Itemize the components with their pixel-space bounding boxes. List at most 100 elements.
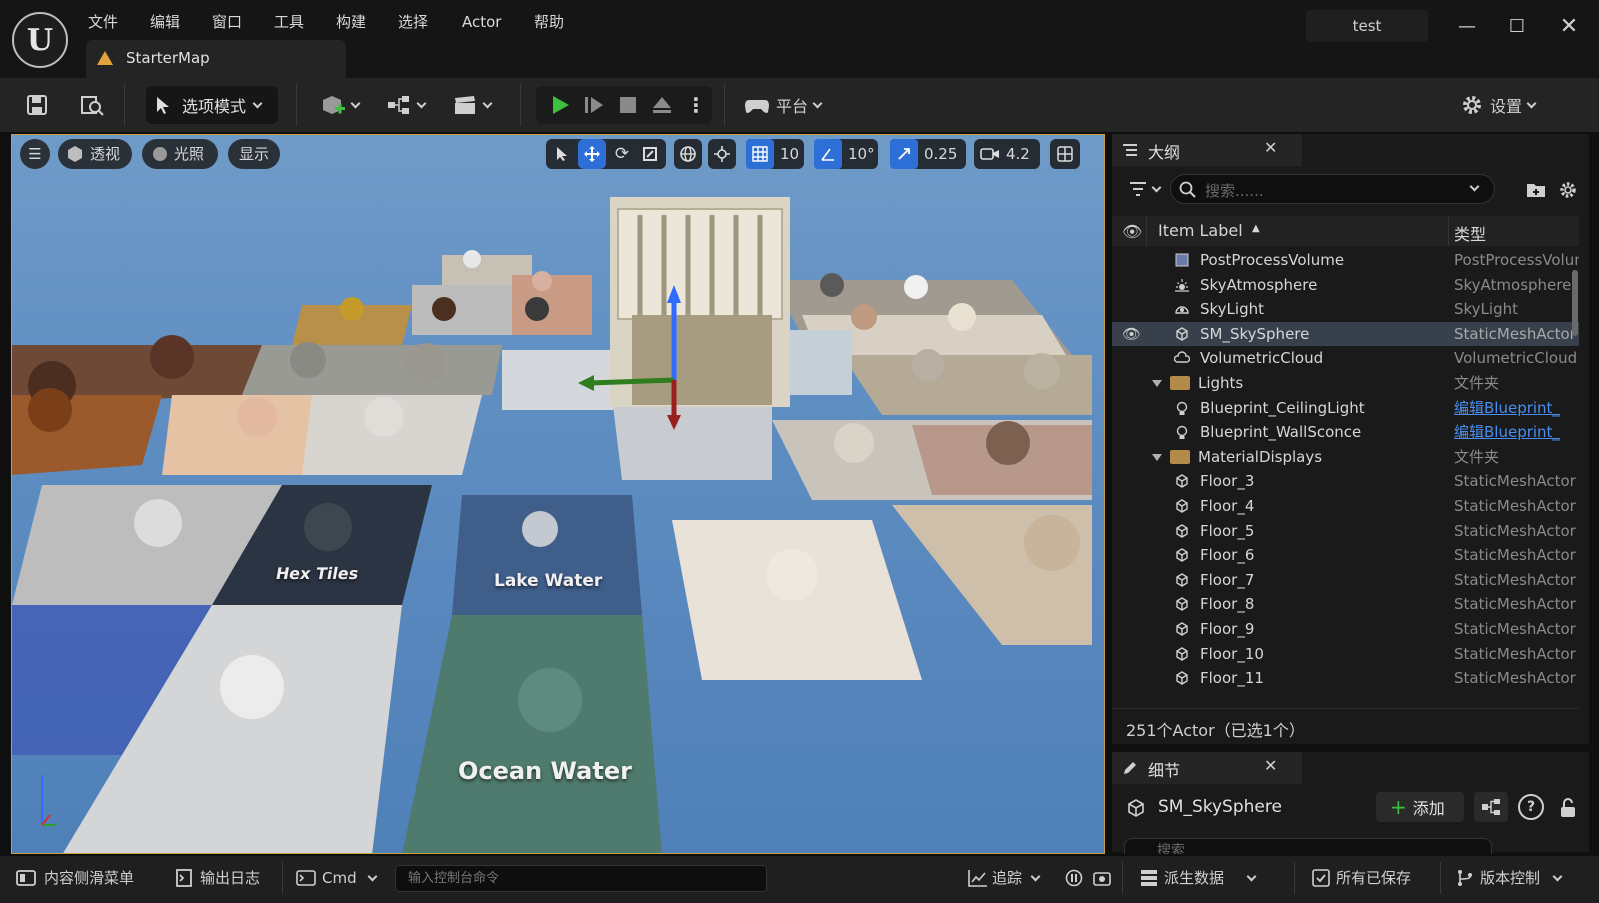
mode-select-dropdown[interactable]: 选项模式 bbox=[146, 86, 278, 124]
document-tab-startermap[interactable]: StarterMap bbox=[86, 40, 346, 78]
eject-icon[interactable] bbox=[646, 86, 678, 124]
outliner-row[interactable]: 👁 SM_SkySphere StaticMeshActor bbox=[1112, 321, 1579, 346]
play-icon[interactable] bbox=[544, 86, 576, 124]
advance-frame-icon[interactable] bbox=[578, 86, 610, 124]
show-button[interactable]: 显示 bbox=[228, 139, 280, 169]
menu-tools[interactable]: 工具 bbox=[274, 10, 304, 34]
visibility-eye-icon[interactable]: 👁 bbox=[1122, 222, 1142, 241]
column-type[interactable]: 类型 bbox=[1454, 221, 1486, 245]
outliner-row[interactable]: Floor_6 StaticMeshActor bbox=[1112, 543, 1579, 567]
details-tab[interactable]: 细节 ✕ bbox=[1112, 752, 1302, 784]
menu-select[interactable]: 选择 bbox=[398, 10, 428, 34]
lock-icon[interactable] bbox=[1556, 796, 1580, 820]
platforms-button[interactable]: 平台 bbox=[744, 86, 836, 124]
outliner-search[interactable]: 搜索...... bbox=[1170, 174, 1495, 204]
play-options-icon[interactable]: ⋮ bbox=[686, 86, 706, 124]
visibility-eye-icon[interactable]: 👁 bbox=[1122, 322, 1141, 346]
move-tool-icon[interactable] bbox=[578, 139, 606, 169]
close-details-icon[interactable]: ✕ bbox=[1264, 756, 1277, 775]
outliner-row-type[interactable]: 编辑Blueprint_ bbox=[1454, 420, 1579, 444]
perspective-button[interactable]: 透视 bbox=[58, 139, 132, 169]
rotate-tool-icon[interactable]: ⟳ bbox=[608, 139, 636, 169]
outliner-row[interactable]: Floor_11 StaticMeshActor bbox=[1112, 666, 1579, 690]
trace-label: 追踪 bbox=[992, 869, 1023, 887]
cmd-dropdown[interactable]: Cmd bbox=[296, 862, 378, 894]
outliner-scrollbar[interactable] bbox=[1572, 270, 1578, 336]
scale-snap-button[interactable]: 0.25 bbox=[890, 139, 966, 169]
camera-speed-button[interactable]: 4.2 bbox=[974, 139, 1040, 169]
derived-data-button[interactable]: 派生数据 bbox=[1140, 862, 1257, 894]
outliner-row[interactable]: Blueprint_WallSconce 编辑Blueprint_ bbox=[1112, 420, 1579, 444]
trace-button[interactable]: 追踪 bbox=[968, 862, 1041, 894]
outliner-row[interactable]: Floor_10 StaticMeshActor bbox=[1112, 642, 1579, 666]
blueprints-button[interactable] bbox=[380, 86, 430, 124]
filter-button[interactable] bbox=[1122, 176, 1166, 202]
menu-edit[interactable]: 编辑 bbox=[150, 10, 180, 34]
rotation-snap-button[interactable]: 10° bbox=[814, 139, 878, 169]
menu-build[interactable]: 构建 bbox=[336, 10, 366, 34]
record-trace-icon[interactable] bbox=[1062, 862, 1086, 894]
help-icon[interactable]: ? bbox=[1518, 794, 1544, 820]
stop-icon[interactable] bbox=[612, 86, 644, 124]
close-outliner-icon[interactable]: ✕ bbox=[1264, 138, 1277, 157]
viewport-menu-icon[interactable]: ☰ bbox=[20, 139, 50, 169]
menu-file[interactable]: 文件 bbox=[88, 10, 118, 34]
outliner-row-type[interactable]: 编辑Blueprint_ bbox=[1454, 396, 1579, 420]
outliner-row[interactable]: Floor_5 StaticMeshActor bbox=[1112, 519, 1579, 543]
console-command-input[interactable]: 输入控制台命令 bbox=[395, 865, 767, 892]
settings-button[interactable]: 设置 bbox=[1460, 86, 1556, 124]
outliner-row-label: Floor_4 bbox=[1200, 497, 1255, 515]
plus-icon: + bbox=[1390, 795, 1407, 819]
output-log-button[interactable]: 输出日志 bbox=[176, 862, 260, 894]
expand-arrow-icon[interactable] bbox=[1152, 380, 1162, 387]
unreal-logo-icon[interactable]: U bbox=[12, 12, 68, 68]
outliner-row[interactable]: Floor_9 StaticMeshActor bbox=[1112, 617, 1579, 641]
add-component-button[interactable]: + 添加 bbox=[1376, 792, 1464, 822]
save-icon[interactable] bbox=[22, 86, 52, 124]
details-search[interactable]: 搜索 bbox=[1124, 838, 1492, 854]
menu-window[interactable]: 窗口 bbox=[212, 10, 242, 34]
volume-icon bbox=[1175, 253, 1189, 267]
grid-snap-button[interactable]: 10 bbox=[746, 139, 804, 169]
outliner-row[interactable]: SkyLight SkyLight bbox=[1112, 297, 1579, 321]
outliner-row[interactable]: Floor_8 StaticMeshActor bbox=[1112, 592, 1579, 616]
select-tool-icon[interactable] bbox=[548, 139, 576, 169]
source-control-button[interactable]: 版本控制 bbox=[1456, 862, 1563, 894]
screenshot-icon[interactable] bbox=[1090, 862, 1114, 894]
browse-content-icon[interactable] bbox=[76, 86, 108, 124]
blueprint-convert-icon[interactable] bbox=[1474, 792, 1508, 822]
surface-snap-icon[interactable] bbox=[708, 139, 736, 169]
expand-arrow-icon[interactable] bbox=[1152, 453, 1162, 461]
actor-count: 251个Actor（已选1个） bbox=[1126, 721, 1305, 740]
outliner-row[interactable]: VolumetricCloud VolumetricCloud bbox=[1112, 346, 1579, 370]
outliner-folder-row[interactable]: MaterialDisplays 文件夹 bbox=[1112, 445, 1579, 469]
cinematics-button[interactable] bbox=[446, 86, 496, 124]
viewport-layout-icon[interactable] bbox=[1050, 139, 1080, 169]
lighting-button[interactable]: 光照 bbox=[142, 139, 218, 169]
all-saved-button[interactable]: 所有已保存 bbox=[1312, 862, 1411, 894]
scale-tool-icon[interactable] bbox=[636, 139, 664, 169]
minimize-icon[interactable]: — bbox=[1444, 8, 1490, 44]
maximize-icon[interactable]: ☐ bbox=[1494, 8, 1540, 44]
outliner-row[interactable]: Floor_7 StaticMeshActor bbox=[1112, 568, 1579, 592]
outliner-tab[interactable]: 大纲 ✕ bbox=[1112, 134, 1302, 166]
add-folder-icon[interactable] bbox=[1524, 178, 1548, 202]
outliner-row[interactable]: Floor_3 StaticMeshActor bbox=[1112, 469, 1579, 493]
add-actor-button[interactable] bbox=[314, 86, 364, 124]
outliner-settings-gear-icon[interactable] bbox=[1556, 178, 1580, 202]
column-item-label[interactable]: Item Label bbox=[1158, 221, 1243, 240]
outliner-row-label: Floor_8 bbox=[1200, 595, 1255, 614]
menu-actor[interactable]: Actor bbox=[462, 10, 501, 34]
outliner-row[interactable]: Floor_4 StaticMeshActor bbox=[1112, 494, 1579, 518]
world-local-icon[interactable] bbox=[674, 139, 702, 169]
content-drawer-button[interactable]: 内容侧滑菜单 bbox=[16, 862, 134, 894]
close-window-icon[interactable]: ✕ bbox=[1546, 8, 1592, 44]
outliner-row[interactable]: SkyAtmosphere SkyAtmosphere bbox=[1112, 273, 1579, 297]
static-mesh-icon bbox=[1176, 523, 1188, 538]
outliner-row[interactable]: Blueprint_CeilingLight 编辑Blueprint_ bbox=[1112, 396, 1579, 420]
outliner-folder-row[interactable]: Lights 文件夹 bbox=[1112, 371, 1579, 395]
level-viewport[interactable]: Hex Tiles Lake Water Ocean Water ☰ 透视 光照… bbox=[11, 134, 1105, 854]
outliner-row[interactable]: PostProcessVolume PostProcessVolume bbox=[1112, 248, 1579, 272]
level-icon bbox=[97, 51, 113, 65]
menu-help[interactable]: 帮助 bbox=[534, 10, 564, 34]
